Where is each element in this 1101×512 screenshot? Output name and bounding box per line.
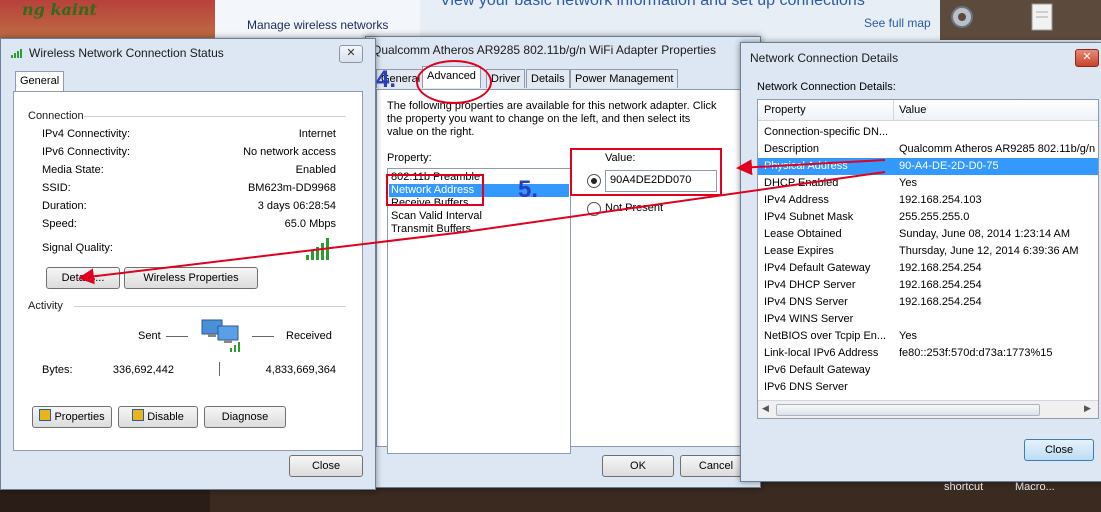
arrow-line [78,231,465,285]
annotation-arrows [78,159,886,285]
arrow-line [463,171,886,233]
arrow-line [736,159,886,176]
